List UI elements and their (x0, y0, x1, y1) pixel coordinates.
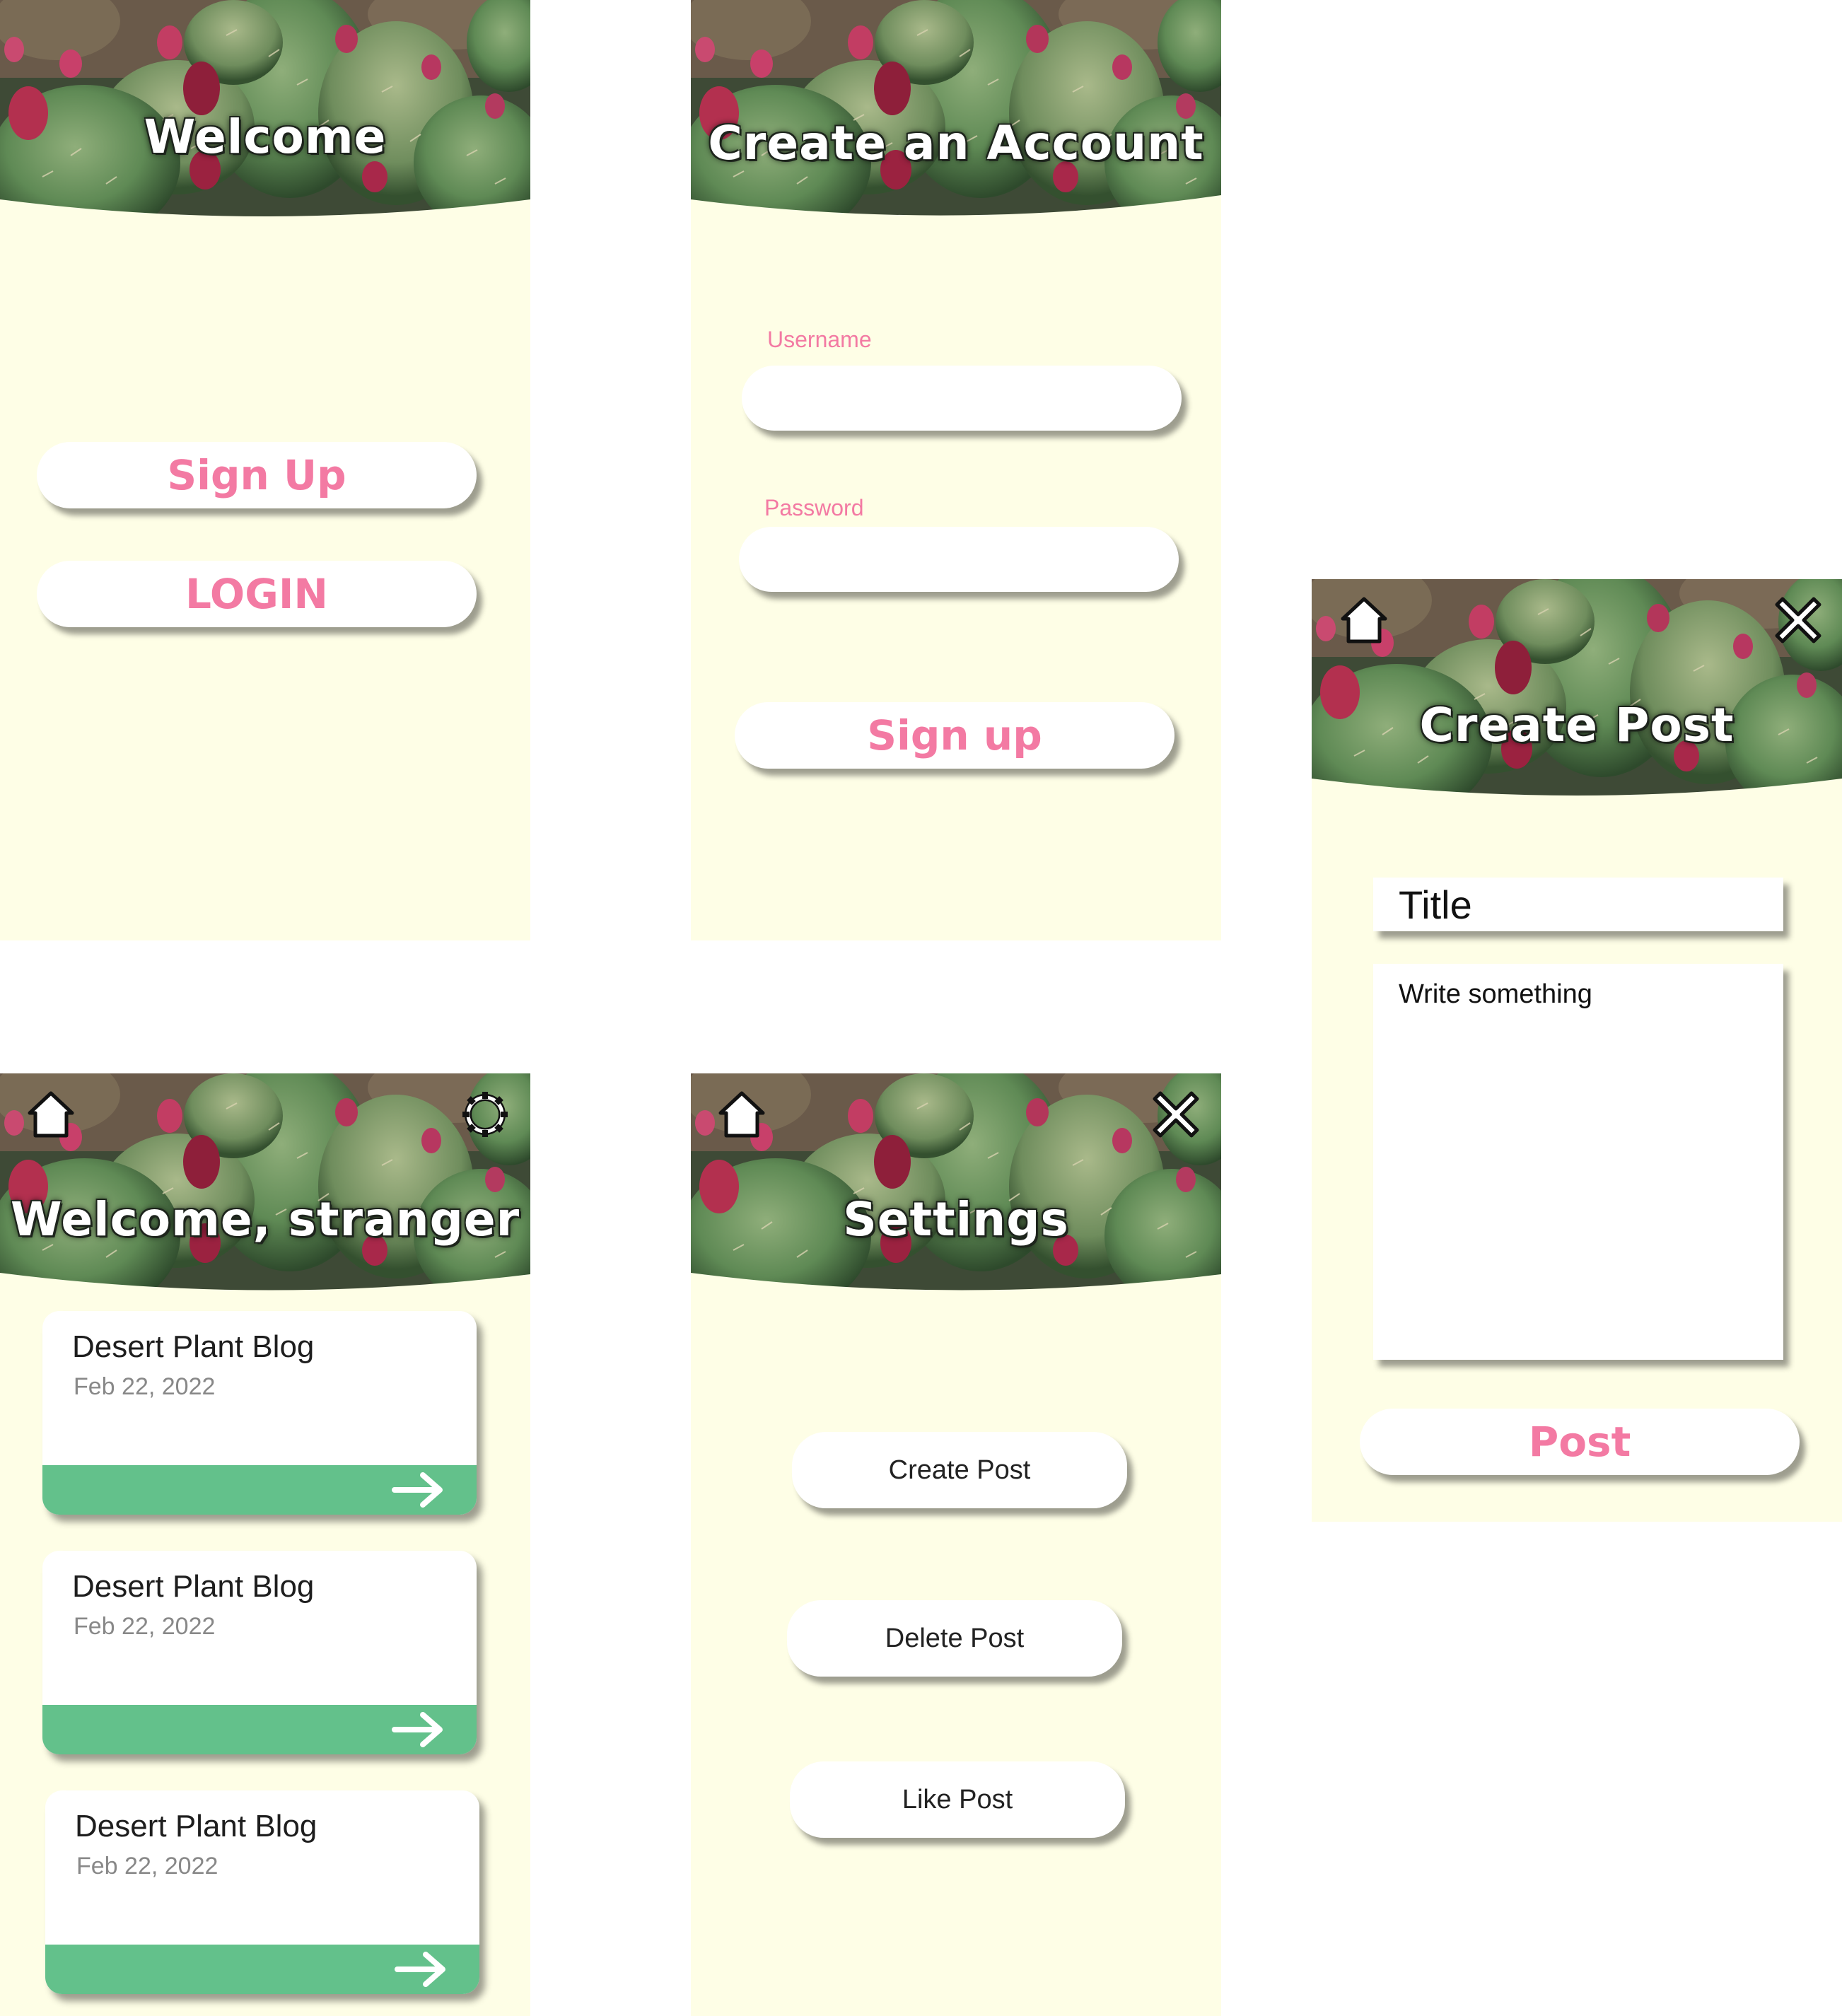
post-date: Feb 22, 2022 (74, 1373, 216, 1400)
header-banner: Welcome, stranger (0, 1073, 530, 1293)
cactus-banner-image (1312, 579, 1842, 798)
post-title: Desert Plant Blog (72, 1329, 315, 1364)
cactus-banner-image (691, 0, 1221, 219)
password-label: Password (764, 495, 864, 520)
login-button[interactable]: LOGIN (37, 561, 477, 627)
feed-screen: Welcome, stranger Desert Plant Blog Feb … (0, 1073, 530, 2016)
like-post-button[interactable]: Like Post (790, 1761, 1125, 1838)
delete-post-button[interactable]: Delete Post (787, 1600, 1122, 1677)
arrow-right-icon[interactable] (392, 1711, 445, 1749)
close-icon[interactable] (1773, 595, 1824, 646)
post-title: Desert Plant Blog (75, 1809, 317, 1843)
page-title: Welcome, stranger (10, 1192, 520, 1247)
create-post-button[interactable]: Create Post (792, 1432, 1127, 1508)
username-label: Username (767, 327, 872, 352)
header-banner: Create an Account (691, 0, 1221, 219)
settings-screen: Settings Create Post Delete Post Like Po… (691, 1073, 1221, 2016)
home-icon[interactable] (25, 1089, 76, 1140)
header-banner: Create Post (1312, 579, 1842, 798)
post-date: Feb 22, 2022 (76, 1853, 218, 1880)
cactus-banner-image (0, 1073, 530, 1293)
header-banner: Settings (691, 1073, 1221, 1293)
create-post-screen: Create Post Title Write something Post (1312, 579, 1842, 1522)
page-title: Welcome (144, 110, 387, 164)
signup-submit-button[interactable]: Sign up (735, 702, 1174, 769)
welcome-screen: Welcome Sign Up LOGIN (0, 0, 530, 940)
header-banner: Welcome (0, 0, 530, 219)
home-icon[interactable] (716, 1089, 767, 1140)
post-title: Desert Plant Blog (72, 1569, 315, 1604)
post-title-placeholder: Title (1399, 882, 1472, 927)
post-card[interactable]: Desert Plant Blog Feb 22, 2022 (42, 1551, 477, 1754)
post-body-placeholder: Write something (1399, 979, 1592, 1009)
password-field[interactable] (739, 527, 1179, 592)
gear-icon[interactable] (460, 1089, 511, 1140)
arrow-right-icon[interactable] (392, 1471, 445, 1509)
cactus-banner-image (691, 1073, 1221, 1293)
post-card[interactable]: Desert Plant Blog Feb 22, 2022 (42, 1311, 477, 1515)
close-icon[interactable] (1150, 1089, 1201, 1140)
post-title-field[interactable]: Title (1373, 878, 1783, 931)
post-body-field[interactable]: Write something (1373, 964, 1783, 1360)
username-field[interactable] (742, 366, 1182, 431)
signup-screen: Create an Account Username Password Sign… (691, 0, 1221, 940)
home-icon[interactable] (1339, 595, 1389, 646)
page-title: Settings (843, 1192, 1069, 1247)
post-card[interactable]: Desert Plant Blog Feb 22, 2022 (45, 1790, 479, 1994)
post-date: Feb 22, 2022 (74, 1613, 216, 1640)
post-submit-button[interactable]: Post (1360, 1409, 1800, 1475)
page-title: Create an Account (708, 116, 1204, 170)
arrow-right-icon[interactable] (395, 1950, 448, 1988)
page-title: Create Post (1419, 698, 1735, 752)
signup-button[interactable]: Sign Up (37, 442, 477, 508)
